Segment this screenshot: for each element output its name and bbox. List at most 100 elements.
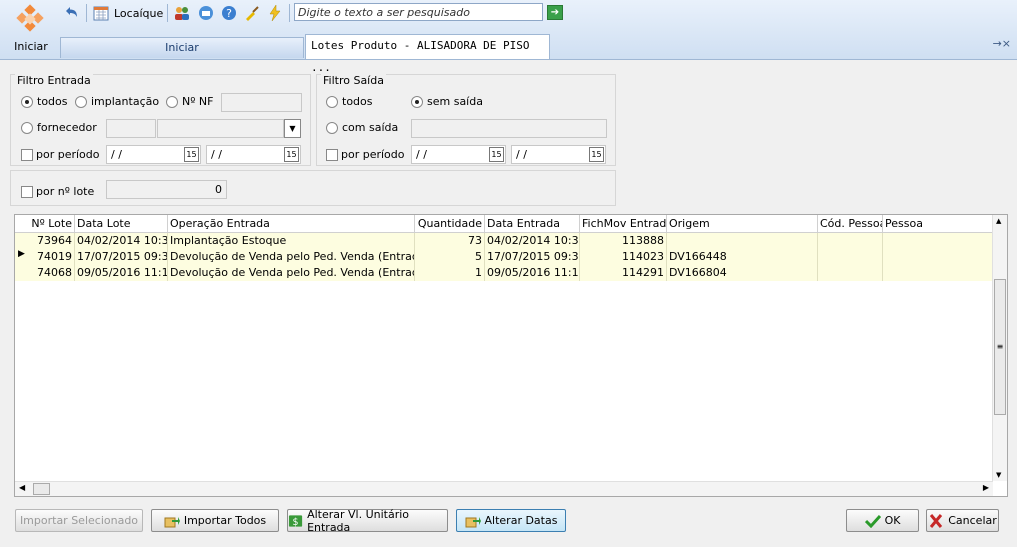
col-header-pessoa[interactable]: Pessoa (883, 215, 993, 233)
table-row[interactable]: ▶ 74019 17/07/2015 09:33 Devolução de Ve… (15, 249, 993, 265)
date-value: / / (516, 148, 527, 161)
button-label: Importar Todos (183, 514, 267, 527)
users-icon[interactable] (173, 4, 191, 22)
window-icon[interactable] (197, 4, 215, 22)
entrada-todos-radio[interactable]: todos (21, 95, 68, 108)
cell-origem (667, 233, 818, 249)
por-lote-checkbox[interactable]: por nº lote (21, 185, 94, 198)
calendar-icon[interactable]: 15 (184, 147, 199, 162)
cell-lote: 74019 (15, 249, 75, 265)
filtro-saida-title: Filtro Saída (321, 74, 386, 87)
tab-lotes-produto[interactable]: Lotes Produto - ALISADORA DE PISO ... (305, 34, 550, 74)
radio-dot (166, 95, 178, 108)
saida-date-to-input[interactable]: / / 15 (511, 145, 606, 164)
filtro-entrada-title: Filtro Entrada (15, 74, 93, 87)
button-label: Alterar Vl. Unitário Entrada (307, 507, 410, 534)
vertical-scrollbar[interactable]: ▲ ≡ ▼ (992, 215, 1007, 481)
vertical-scroll-thumb[interactable]: ≡ (994, 279, 1006, 415)
lightning-icon[interactable] (266, 4, 284, 22)
radio-dot (21, 95, 33, 108)
cell-lote: 74068 (15, 265, 75, 281)
col-header-operacao[interactable]: Operação Entrada (168, 215, 415, 233)
tab-close-icon[interactable]: →× (993, 37, 1011, 50)
cell-quantidade: 73 (415, 233, 485, 249)
checkbox-box (21, 185, 33, 198)
alterar-vl-unitario-button[interactable]: $ Alterar Vl. Unitário Entrada (287, 507, 448, 534)
radio-label: todos (342, 95, 373, 108)
col-header-quantidade[interactable]: Quantidade (415, 215, 485, 233)
entrada-nf-radio[interactable]: Nº NF (166, 95, 213, 108)
col-header-origem[interactable]: Origem (667, 215, 818, 233)
saida-periodo-checkbox[interactable]: por período (326, 148, 405, 161)
search-input[interactable]: Digite o texto a ser pesquisado (294, 3, 543, 21)
entrada-implantacao-radio[interactable]: implantação (75, 95, 159, 108)
importar-todos-button[interactable]: Importar Todos (151, 509, 279, 532)
search-go-icon[interactable]: ➔ (547, 5, 563, 20)
button-label: Importar Selecionado (19, 514, 139, 527)
fornecedor-code-input[interactable] (106, 119, 156, 138)
entrada-date-from-input[interactable]: / / 15 (106, 145, 201, 164)
calendar-icon[interactable]: 15 (489, 147, 504, 162)
col-header-fichmov[interactable]: FichMov Entrada (580, 215, 667, 233)
horizontal-scroll-thumb[interactable] (33, 483, 50, 495)
checkbox-box (326, 148, 338, 161)
tab-iniciar[interactable]: Iniciar (60, 37, 304, 58)
import-icon (164, 516, 180, 527)
cell-operacao: Devolução de Venda pelo Ped. Venda (Entr… (170, 249, 415, 265)
svg-text:?: ? (226, 7, 232, 20)
importar-selecionado-button[interactable]: Importar Selecionado (15, 509, 143, 532)
entrada-date-to-input[interactable]: / / 15 (206, 145, 301, 164)
app-logo-icon[interactable] (14, 4, 48, 38)
saida-todos-radio[interactable]: todos (326, 95, 373, 108)
alterar-datas-button[interactable]: Alterar Datas (456, 509, 566, 532)
svg-text:$: $ (293, 516, 299, 527)
saida-sem-saida-radio[interactable]: sem saída (411, 95, 483, 108)
radio-dot (326, 121, 338, 134)
start-label[interactable]: Iniciar (0, 40, 62, 53)
lote-number-input[interactable]: 0 (106, 180, 227, 199)
lote-filter-group (10, 170, 616, 206)
calendar-icon[interactable]: 15 (589, 147, 604, 162)
col-header-data-lote[interactable]: Data Lote (75, 215, 168, 233)
entrada-fornecedor-radio[interactable]: fornecedor (21, 121, 97, 134)
scroll-up-icon[interactable]: ▲ (996, 217, 1001, 225)
radio-label: fornecedor (37, 121, 97, 134)
cell-cod-pessoa (818, 233, 883, 249)
button-label: Alterar Datas (484, 514, 558, 527)
date-value: / / (211, 148, 222, 161)
col-header-lote[interactable]: Nº Lote (15, 215, 75, 233)
nf-input[interactable] (221, 93, 302, 112)
saida-date-from-input[interactable]: / / 15 (411, 145, 506, 164)
scroll-right-icon[interactable]: ▶ (983, 483, 989, 492)
horizontal-scrollbar[interactable]: ◀ ▶ (15, 481, 993, 496)
scroll-down-icon[interactable]: ▼ (996, 471, 1001, 479)
cell-fichmov: 114291 (580, 265, 667, 281)
table-row[interactable]: 74068 09/05/2016 11:17 Devolução de Vend… (15, 265, 993, 281)
date-value: / / (416, 148, 427, 161)
scroll-left-icon[interactable]: ◀ (19, 483, 25, 492)
undo-icon[interactable] (62, 4, 80, 22)
button-label: OK (884, 514, 901, 527)
cancel-button[interactable]: Cancelar (926, 509, 999, 532)
cell-data-lote: 09/05/2016 11:17 (77, 265, 168, 281)
cell-operacao: Devolução de Venda pelo Ped. Venda (Entr… (170, 265, 415, 281)
locaique-button[interactable]: Locaíque (92, 3, 163, 23)
col-header-cod-pessoa[interactable]: Cód. Pessoa (818, 215, 883, 233)
calendar-icon[interactable]: 15 (284, 147, 299, 162)
radio-dot (326, 95, 338, 108)
fornecedor-dropdown-icon[interactable]: ▼ (284, 119, 301, 138)
entrada-periodo-checkbox[interactable]: por período (21, 148, 100, 161)
saida-com-saida-radio[interactable]: com saída (326, 121, 398, 134)
table-row[interactable]: 73964 04/02/2014 10:38 Implantação Estoq… (15, 233, 993, 249)
fornecedor-name-input[interactable] (157, 119, 284, 138)
cell-data-lote: 04/02/2014 10:38 (77, 233, 168, 249)
ok-button[interactable]: OK (846, 509, 919, 532)
cell-pessoa (883, 249, 993, 265)
help-icon[interactable]: ? (220, 4, 238, 22)
cell-data-entrada: 17/07/2015 09:33 (487, 249, 580, 265)
top-toolbar: Iniciar Locaíque ? Digite o texto a ser … (0, 0, 1017, 74)
col-header-data-entrada[interactable]: Data Entrada (485, 215, 580, 233)
checkbox-box (21, 148, 33, 161)
com-saida-input[interactable] (411, 119, 607, 138)
broom-icon[interactable] (243, 4, 261, 22)
